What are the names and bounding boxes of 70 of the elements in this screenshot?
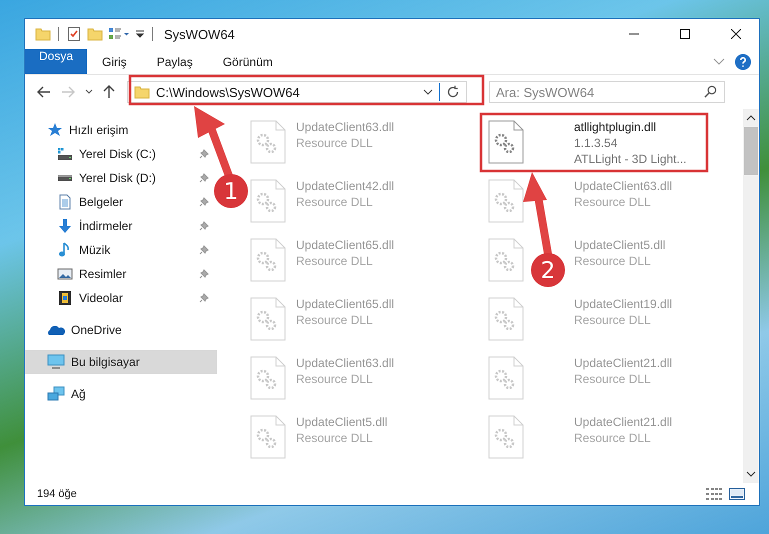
up-arrow-icon[interactable] [103, 85, 115, 99]
dll-file-icon [488, 297, 524, 341]
dll-file-icon [250, 179, 286, 223]
dll-file-icon [488, 238, 524, 282]
picture-icon [57, 266, 73, 282]
help-icon[interactable] [735, 54, 751, 70]
sidebar-item[interactable]: Yerel Disk (D:) [25, 166, 217, 190]
file-item[interactable]: atllightplugin.dll 1.1.3.54 ATLLight - 3D Light... [574, 120, 686, 166]
refresh-icon[interactable] [446, 85, 460, 99]
film-icon [57, 290, 73, 306]
download-arrow-icon [57, 218, 73, 234]
dll-file-icon [488, 179, 524, 223]
ribbon-tab[interactable]: Giriş [87, 49, 142, 74]
recent-locations-icon[interactable] [85, 89, 93, 95]
address-field[interactable]: C:\Windows\SysWOW64 [127, 81, 467, 103]
folder-icon [134, 84, 150, 100]
ribbon-tab[interactable]: Görünüm [208, 49, 288, 74]
item-count: 194 öğe [37, 488, 77, 500]
computer-icon [47, 354, 65, 370]
step-marker: 2 [531, 253, 565, 287]
dropdown-icon[interactable] [135, 29, 145, 39]
window-title: SysWOW64 [164, 26, 235, 42]
pin-icon[interactable] [199, 221, 209, 231]
pin-icon[interactable] [199, 149, 209, 159]
sidebar-item[interactable]: Ağ [25, 382, 100, 406]
drive-icon [57, 146, 73, 162]
step-marker: 1 [214, 174, 248, 208]
sidebar-item[interactable]: Müzik [25, 238, 217, 262]
address-dropdown-icon[interactable] [423, 89, 433, 95]
search-field[interactable]: Ara: SysWOW64 [489, 81, 725, 103]
drive-icon [58, 175, 72, 181]
details-view-icon[interactable] [705, 487, 723, 501]
pin-icon[interactable] [199, 245, 209, 255]
star-icon [47, 122, 63, 138]
dll-file-icon [250, 238, 286, 282]
expand-ribbon-icon[interactable] [713, 58, 725, 66]
minimize-icon [629, 33, 639, 35]
sidebar-item[interactable]: Belgeler [25, 190, 217, 214]
pin-icon[interactable] [199, 269, 209, 279]
document-icon [57, 194, 73, 210]
file-menu-tab[interactable]: Dosya [25, 49, 88, 74]
pin-icon[interactable] [199, 293, 209, 303]
back-arrow-icon[interactable] [37, 86, 51, 98]
sidebar-item[interactable]: Yerel Disk (C:) [25, 142, 217, 166]
cloud-icon [47, 324, 65, 336]
sidebar-item[interactable]: Videolar [25, 286, 217, 310]
scroll-down-icon[interactable] [746, 471, 756, 477]
large-icons-view-icon[interactable] [729, 487, 745, 501]
scroll-up-icon[interactable] [746, 115, 756, 121]
address-path: C:\Windows\SysWOW64 [156, 84, 300, 100]
pin-icon[interactable] [199, 197, 209, 207]
maximize-icon [680, 29, 690, 39]
dll-file-icon [250, 415, 286, 459]
close-icon [731, 29, 741, 39]
dll-file-icon [250, 120, 286, 164]
dll-file-icon [250, 297, 286, 341]
ribbon-tab[interactable]: Paylaş [142, 49, 208, 74]
scrollbar-thumb[interactable] [744, 127, 758, 175]
sidebar-item[interactable]: Hızlı erişim [25, 118, 142, 142]
sidebar-item[interactable]: Bu bilgisayar [25, 350, 217, 374]
dll-file-icon [488, 120, 524, 164]
sidebar-item[interactable]: İndirmeler [25, 214, 217, 238]
dll-file-icon [488, 415, 524, 459]
pin-icon[interactable] [199, 173, 209, 183]
sidebar-item[interactable]: Resimler [25, 262, 217, 286]
dll-file-icon [488, 356, 524, 400]
search-icon [704, 85, 717, 98]
dll-file-icon [250, 356, 286, 400]
sidebar-item[interactable]: OneDrive [25, 318, 136, 342]
network-icon [47, 386, 65, 402]
